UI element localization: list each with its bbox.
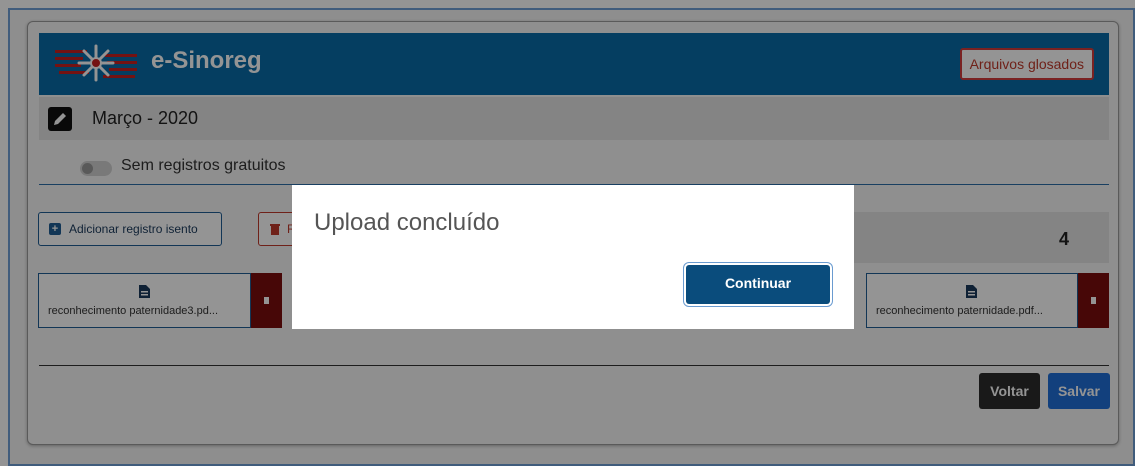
- upload-complete-dialog: Upload concluído Continuar: [292, 185, 854, 329]
- dialog-title: Upload concluído: [314, 209, 500, 236]
- continue-button[interactable]: Continuar: [686, 265, 830, 304]
